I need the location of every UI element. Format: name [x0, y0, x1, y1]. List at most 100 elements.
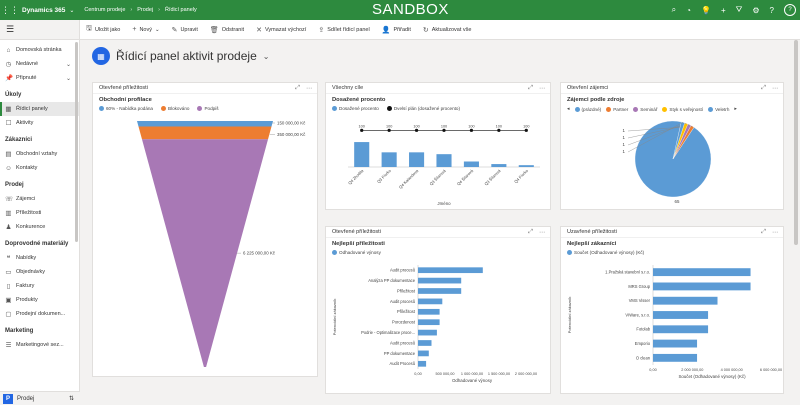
- expand-icon[interactable]: ⤢: [761, 85, 766, 92]
- sidebar-item-contacts[interactable]: ☺ Kontakty: [0, 161, 79, 175]
- sidebar-groups: Úkoly ▦ Řídicí panely ☐ Aktivity Zákazníci ▤ Ob…: [0, 88, 79, 352]
- command-assign-button[interactable]: 👤 Přiřadit: [382, 26, 411, 34]
- chevron-down-icon[interactable]: ⌄: [69, 7, 74, 14]
- sidebar-item-activities[interactable]: ☐ Aktivity: [0, 116, 79, 130]
- lightbulb-icon[interactable]: 💡: [701, 6, 711, 15]
- x-tick-label: Q3 Šilarová: [483, 168, 502, 187]
- gear-icon[interactable]: ⚙: [752, 6, 759, 15]
- more-icon[interactable]: ⋯: [306, 85, 312, 92]
- share-icon: ⇪: [318, 26, 325, 34]
- sidebar-item-salesdocs[interactable]: ▢ Prodejní dokumen...: [0, 307, 79, 321]
- sidebar-item-leads[interactable]: ☏ Zájemci: [0, 192, 79, 206]
- more-icon[interactable]: ⋯: [772, 85, 778, 92]
- legend-next-icon[interactable]: ▸: [734, 106, 737, 112]
- breadcrumb: Centrum prodeje › Prodej › Řídicí panely: [84, 7, 196, 13]
- filter-icon[interactable]: ⛛: [736, 5, 743, 15]
- sidebar-item-orders[interactable]: ▭ Objednávky: [0, 265, 79, 279]
- sidebar-item-products[interactable]: ▣ Produkty: [0, 293, 79, 307]
- command-refresh-button[interactable]: ↻ Aktualizovat vše: [423, 26, 472, 34]
- legend-prev-icon[interactable]: ◂: [567, 106, 570, 112]
- legend-item[interactable]: Součet (Odhadované výnosy) (Kč): [567, 250, 644, 255]
- legend-item[interactable]: Dvelsí plán (dosažené procento): [386, 106, 460, 111]
- legend-item[interactable]: Odhadované výnosy: [332, 250, 381, 255]
- sidebar-item-competitors[interactable]: ♟ Konkurence: [0, 220, 79, 234]
- panel-header-title: Otevřené příležitosti: [99, 85, 148, 91]
- chevron-down-icon[interactable]: ⌄: [263, 52, 270, 61]
- sidebar-item-invoices[interactable]: ▯ Faktury: [0, 279, 79, 293]
- legend-item[interactable]: Veletrh: [708, 106, 730, 112]
- expand-icon[interactable]: ⤢: [528, 229, 533, 236]
- legend-item[interactable]: 60% - Nabídka podána: [99, 106, 153, 111]
- breadcrumb-area[interactable]: Centrum prodeje: [84, 7, 125, 13]
- command-trash-button[interactable]: 🗑 Odstranit: [210, 26, 244, 34]
- expand-icon[interactable]: ⤢: [295, 85, 300, 92]
- chart-title: Zájemci podle zdroje: [567, 97, 625, 103]
- sidebar-item-marketinglists[interactable]: ☰ Marketingové sez...: [0, 338, 79, 352]
- sidebar-item-label: Aktivity: [16, 120, 34, 126]
- legend-label: (prázdné): [581, 106, 602, 112]
- bar: [653, 268, 751, 277]
- legend-swatch: [161, 106, 166, 111]
- help-icon[interactable]: ?: [770, 6, 774, 15]
- legend-item[interactable]: Dosažené procento: [332, 106, 379, 111]
- expand-icon[interactable]: ⤢: [528, 85, 533, 92]
- sidebar-item-label: Prodejní dokumen...: [16, 311, 66, 317]
- task-flow-icon[interactable]: ◔: [686, 6, 691, 15]
- legend-item[interactable]: Podpiš: [197, 106, 219, 111]
- command-save-button[interactable]: 🖫 Uložit jako: [86, 24, 120, 35]
- command-close-button[interactable]: ✕ Vymazat výchozí: [256, 26, 306, 34]
- sidebar-item-recent[interactable]: ◷ Nedávné ⌄: [0, 57, 79, 71]
- panel-tools: ⤢ ⋯: [528, 227, 545, 238]
- marketinglists-icon: ☰: [5, 342, 12, 349]
- sidebar-scrollbar[interactable]: [75, 42, 78, 242]
- chevron-down-icon[interactable]: ⌄: [66, 75, 71, 82]
- brand-name[interactable]: Dynamics 365: [22, 7, 65, 14]
- command-label: Přiřadit: [393, 26, 411, 33]
- legend-swatch: [633, 106, 639, 112]
- sidebar-item-quotes[interactable]: ❝ Nabídky: [0, 251, 79, 265]
- command-plus-button[interactable]: + Nový ⌄: [132, 26, 159, 33]
- chevron-down-icon[interactable]: ⌄: [66, 61, 71, 68]
- y-tick-label: MRS Group: [628, 284, 650, 289]
- more-icon[interactable]: ⋯: [539, 229, 545, 236]
- sidebar-item-home[interactable]: ⌂ Domovská stránka: [0, 43, 79, 57]
- bar: [418, 288, 462, 294]
- expand-icon[interactable]: ⤢: [761, 229, 766, 236]
- y-tick-label: Audit procesů: [390, 268, 415, 273]
- legend-item[interactable]: Seminář: [633, 106, 657, 112]
- app-launcher-icon[interactable]: ⋮⋮: [0, 0, 20, 20]
- more-icon[interactable]: ⋯: [539, 85, 545, 92]
- sidebar-item-accounts[interactable]: ▤ Obchodní vztahy: [0, 147, 79, 161]
- hamburger-icon[interactable]: ☰: [0, 20, 79, 40]
- bar: [381, 152, 397, 167]
- x-tick-label: 0,00: [649, 368, 656, 372]
- legend-label: Veletrh: [715, 106, 730, 112]
- x-axis-label: Součet (Odhadované výnosy) (Kč): [678, 374, 746, 379]
- command-share-button[interactable]: ⇪ Sdílet řídicí panel: [318, 26, 369, 34]
- legend-item[interactable]: (prázdné): [574, 106, 602, 112]
- legend-label: Blokováno: [168, 106, 190, 111]
- more-icon[interactable]: ⋯: [772, 229, 778, 236]
- sidebar-item-pinned[interactable]: 📌 Připnuté ⌄: [0, 71, 79, 85]
- search-icon[interactable]: ⌕: [672, 5, 676, 15]
- point-label: 100: [359, 124, 365, 128]
- page-scrollbar[interactable]: [794, 40, 798, 245]
- sidebar-group-zakaznici: Zákazníci: [5, 137, 33, 143]
- avatar[interactable]: ?: [784, 4, 796, 16]
- legend-item[interactable]: Styk s veřejností: [662, 106, 703, 112]
- panel-header-title: Uzavřené příležitosti: [567, 229, 617, 235]
- bar: [418, 308, 440, 315]
- breadcrumb-item[interactable]: Řídicí panely: [165, 7, 197, 13]
- sidebar-item-dashboards[interactable]: ▦ Řídicí panely: [0, 102, 79, 116]
- legend-item[interactable]: Blokováno: [161, 106, 189, 111]
- y-tick-label: Audit procesů: [390, 340, 415, 345]
- sidebar-item-opportunities[interactable]: ▥ Příležitosti: [0, 206, 79, 220]
- pie-data-label: 65: [675, 199, 680, 204]
- breadcrumb-item[interactable]: Prodej: [137, 7, 153, 13]
- area-switcher[interactable]: P Prodej ⇅: [0, 391, 80, 405]
- chevron-down-icon[interactable]: ⌄: [155, 27, 160, 33]
- command-pencil-button[interactable]: ✎ Upravit: [172, 26, 198, 34]
- x-tick-label: 4 000 000,00: [721, 368, 743, 372]
- add-icon[interactable]: +: [721, 6, 726, 15]
- legend-item[interactable]: Partner: [606, 106, 628, 112]
